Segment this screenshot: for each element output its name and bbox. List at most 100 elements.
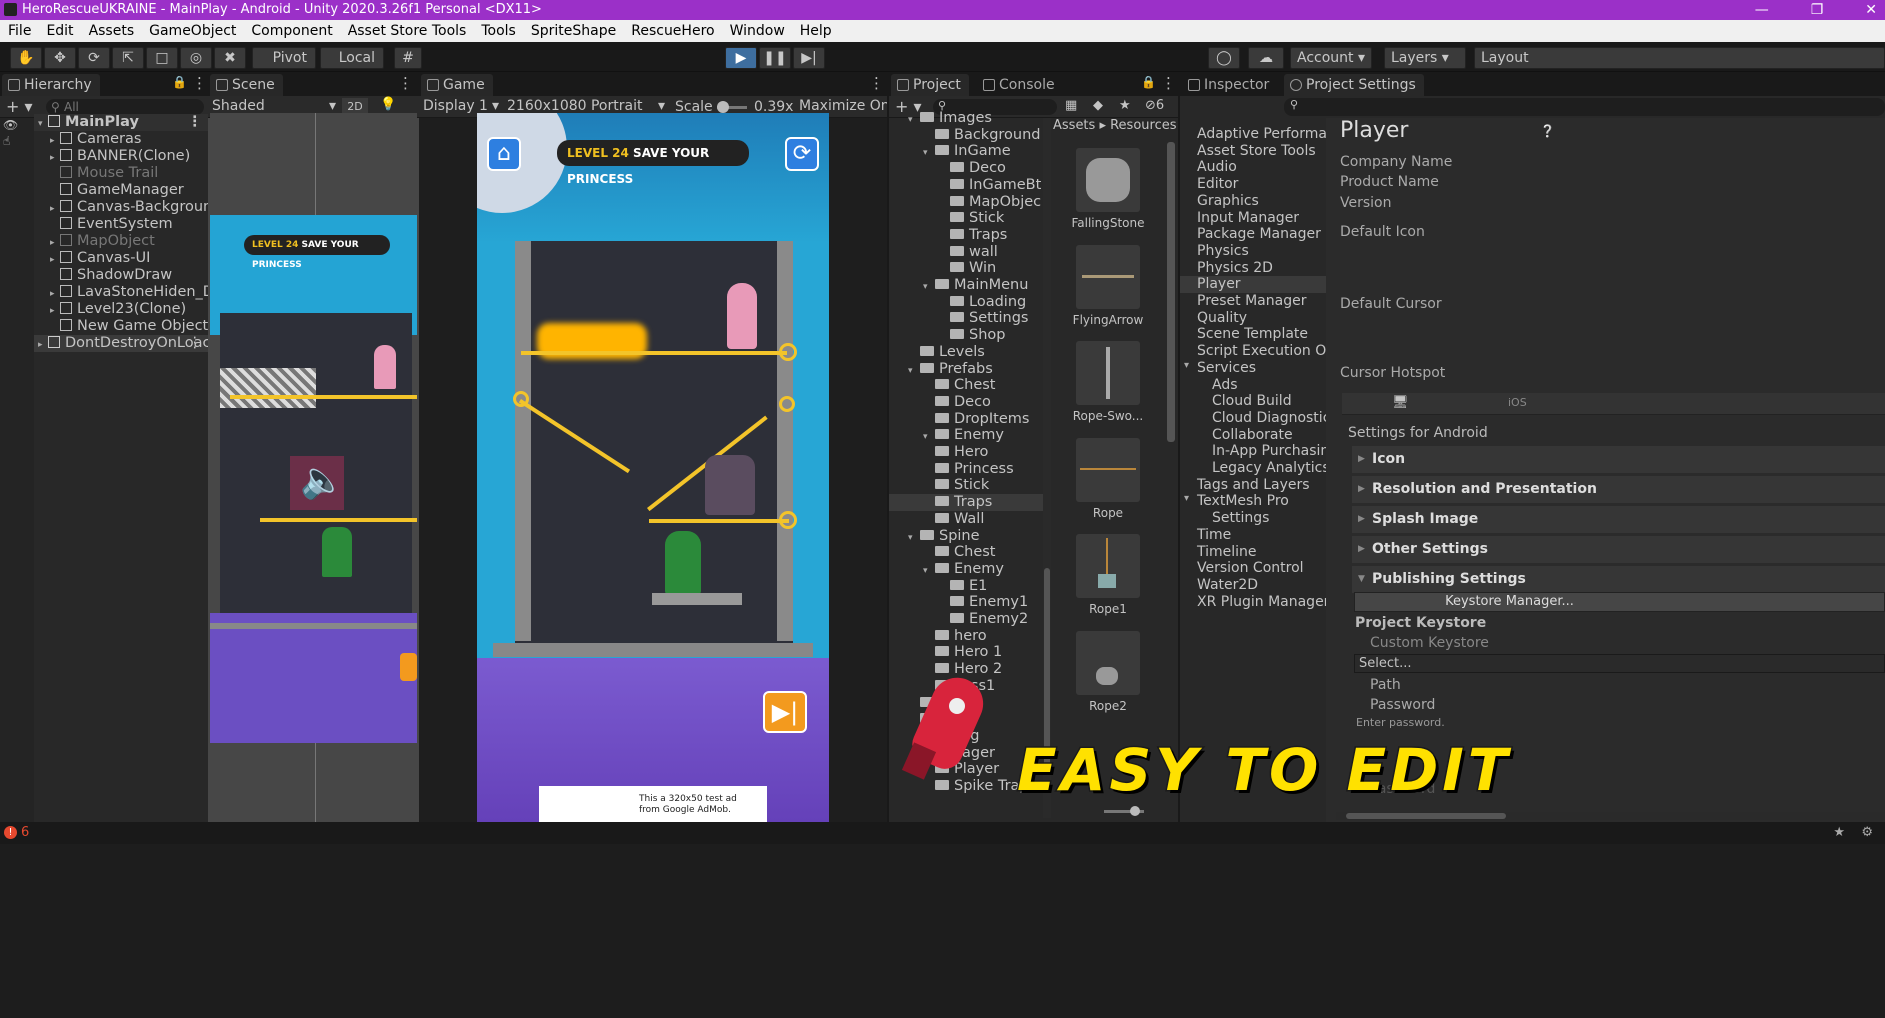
grid-snap-icon[interactable]: # bbox=[394, 47, 422, 69]
game-viewport[interactable]: ⌂ ⟳ LEVEL 24 SAVE YOUR PRINCESS ▶| This … bbox=[477, 113, 829, 823]
hierarchy-item[interactable]: ▸ Level23(Clone) bbox=[34, 301, 208, 318]
settings-search-input[interactable]: ⚲ bbox=[1284, 98, 1885, 116]
tab-ios[interactable]: iOS bbox=[1508, 396, 1527, 409]
restart-button[interactable]: ⟳ bbox=[785, 137, 819, 171]
hierarchy-item[interactable]: ▸LavaStoneHiden_DOI bbox=[34, 284, 208, 301]
hierarchy-item[interactable]: EventSystem bbox=[34, 216, 208, 233]
asset-item[interactable]: Rope2 bbox=[1053, 631, 1163, 713]
settings-category-item[interactable]: Adaptive Performance bbox=[1197, 126, 1326, 143]
scale-slider-handle[interactable] bbox=[717, 101, 729, 113]
lock-icon[interactable]: 🔒 bbox=[172, 75, 187, 89]
folder-item[interactable]: ▾ Images bbox=[889, 110, 1047, 127]
folder-item[interactable]: Hero 1 bbox=[889, 644, 1047, 661]
lighting-icon[interactable]: 💡 bbox=[380, 97, 396, 112]
hidden-count[interactable]: ⊘6 bbox=[1145, 98, 1164, 113]
settings-category-item[interactable]: Cloud Diagnostics bbox=[1212, 410, 1326, 427]
chevron-down-icon[interactable]: ▾ bbox=[908, 112, 920, 127]
section-icon[interactable]: ▶ Icon bbox=[1352, 446, 1885, 473]
skip-level-button[interactable]: ▶| bbox=[763, 691, 807, 733]
pin-handle[interactable] bbox=[779, 511, 797, 529]
kebab-menu-icon[interactable]: ⋮ bbox=[192, 74, 207, 92]
settings-category-item[interactable]: Input Manager bbox=[1197, 210, 1299, 227]
settings-category-item[interactable]: Asset Store Tools bbox=[1197, 143, 1316, 160]
pin-handle[interactable] bbox=[779, 343, 797, 361]
chevron-down-icon[interactable]: ▾ bbox=[1184, 493, 1189, 504]
folder-item[interactable]: Enemy2 bbox=[889, 611, 1047, 628]
settings-category-item[interactable]: Script Execution Orde bbox=[1197, 343, 1326, 360]
folder-item[interactable]: Stick bbox=[889, 210, 1047, 227]
asset-item[interactable]: FallingStone bbox=[1053, 148, 1163, 230]
minimize-icon[interactable]: — bbox=[1755, 0, 1769, 20]
settings-category-item[interactable]: In-App Purchasing bbox=[1212, 443, 1326, 460]
tab-console[interactable]: Console bbox=[977, 74, 1063, 96]
filter-label-icon[interactable]: ◆ bbox=[1093, 98, 1103, 113]
folder-item[interactable]: hero bbox=[889, 628, 1047, 645]
settings-category-item[interactable]: Settings bbox=[1212, 510, 1269, 527]
visibility-icon[interactable]: 👁 bbox=[3, 118, 18, 132]
settings-category-item[interactable]: Graphics bbox=[1197, 193, 1259, 210]
section-splash-image[interactable]: ▶ Splash Image bbox=[1352, 506, 1885, 533]
section-other-settings[interactable]: ▶ Other Settings bbox=[1352, 536, 1885, 563]
pivot-toggle[interactable]: Pivot bbox=[252, 47, 316, 69]
settings-category-item[interactable]: Physics bbox=[1197, 243, 1249, 260]
chevron-down-icon[interactable]: ▾ bbox=[908, 363, 920, 378]
folder-item[interactable]: Enemy1 bbox=[889, 594, 1047, 611]
menu-window[interactable]: Window bbox=[730, 23, 785, 39]
kebab-menu-icon[interactable]: ⋮ bbox=[398, 74, 413, 92]
settings-category-item[interactable]: Quality bbox=[1197, 310, 1247, 327]
asset-item[interactable]: Rope1 bbox=[1053, 534, 1163, 616]
menu-component[interactable]: Component bbox=[251, 23, 332, 39]
folder-item[interactable]: Traps bbox=[889, 494, 1047, 512]
home-button[interactable]: ⌂ bbox=[487, 137, 521, 171]
section-resolution[interactable]: ▶ Resolution and Presentation bbox=[1352, 476, 1885, 503]
folder-item[interactable]: Levels bbox=[889, 344, 1047, 361]
menu-gameobject[interactable]: GameObject bbox=[149, 23, 236, 39]
folder-item[interactable]: Loading bbox=[889, 294, 1047, 311]
lock-icon[interactable]: 🔒 bbox=[1141, 75, 1156, 89]
ad-banner[interactable]: This a 320x50 test ad from Google AdMob. bbox=[539, 786, 767, 823]
scale-slider[interactable] bbox=[717, 101, 747, 113]
folder-item[interactable]: ▾ MainMenu bbox=[889, 277, 1047, 294]
keystore-manager-button[interactable]: Keystore Manager... bbox=[1354, 592, 1885, 612]
folder-item[interactable]: Chest bbox=[889, 377, 1047, 394]
chevron-down-icon[interactable]: ▾ bbox=[1184, 360, 1189, 371]
settings-category-item[interactable]: Audio bbox=[1197, 159, 1237, 176]
filter-type-icon[interactable]: ▦ bbox=[1065, 98, 1077, 113]
settings-category-item[interactable]: Collaborate bbox=[1212, 427, 1293, 444]
folder-item[interactable]: E1 bbox=[889, 578, 1047, 595]
menu-assets[interactable]: Assets bbox=[89, 23, 135, 39]
account-dropdown[interactable]: Account ▾ bbox=[1290, 47, 1372, 69]
chevron-down-icon[interactable]: ▾ bbox=[923, 563, 935, 578]
hierarchy-item[interactable]: ▸ MapObject bbox=[34, 233, 208, 250]
collab-icon[interactable]: ◯ bbox=[1208, 47, 1240, 69]
pin-handle[interactable] bbox=[779, 396, 795, 412]
folder-item[interactable]: ▾ Spine bbox=[889, 528, 1047, 545]
settings-category-item[interactable]: Services bbox=[1197, 360, 1256, 377]
settings-category-item[interactable]: Cloud Build bbox=[1212, 393, 1292, 410]
tab-standalone-icon[interactable]: 🖥 bbox=[1392, 395, 1409, 410]
settings-category-item[interactable]: Physics 2D bbox=[1197, 260, 1273, 277]
folder-item[interactable]: DropItems bbox=[889, 411, 1047, 428]
settings-category-item[interactable]: Tags and Layers bbox=[1197, 477, 1310, 494]
asset-item[interactable]: Rope bbox=[1053, 438, 1163, 520]
pin-handle[interactable] bbox=[513, 391, 529, 407]
folder-item[interactable]: Chest bbox=[889, 544, 1047, 561]
asset-item[interactable]: Rope-Swo... bbox=[1053, 341, 1163, 423]
folder-item[interactable]: Stick bbox=[889, 477, 1047, 494]
hierarchy-item[interactable]: ▸ DontDestroyOnLoac ⋮ bbox=[34, 335, 208, 352]
settings-category-item[interactable]: Water2D bbox=[1197, 577, 1258, 594]
bug-icon[interactable]: ★ bbox=[1833, 822, 1845, 844]
folder-item[interactable]: ▾ InGame bbox=[889, 143, 1047, 160]
settings-category-item[interactable]: Player bbox=[1180, 276, 1326, 294]
hierarchy-item[interactable]: ▸ Cameras bbox=[34, 131, 208, 148]
tab-hierarchy[interactable]: Hierarchy bbox=[2, 74, 100, 96]
rotate-tool-icon[interactable]: ⟳ bbox=[78, 47, 110, 69]
folder-item[interactable]: Wall bbox=[889, 511, 1047, 528]
kebab-menu-icon[interactable]: ⋮ bbox=[1161, 74, 1176, 92]
rect-tool-icon[interactable]: □ bbox=[146, 47, 178, 69]
folder-item[interactable]: Deco bbox=[889, 394, 1047, 411]
section-publishing-settings[interactable]: ▼ Publishing Settings bbox=[1352, 566, 1885, 593]
folder-item[interactable]: Shop bbox=[889, 327, 1047, 344]
menu-spriteshape[interactable]: SpriteShape bbox=[531, 23, 616, 39]
thumbnail-size-slider[interactable] bbox=[1104, 806, 1144, 816]
